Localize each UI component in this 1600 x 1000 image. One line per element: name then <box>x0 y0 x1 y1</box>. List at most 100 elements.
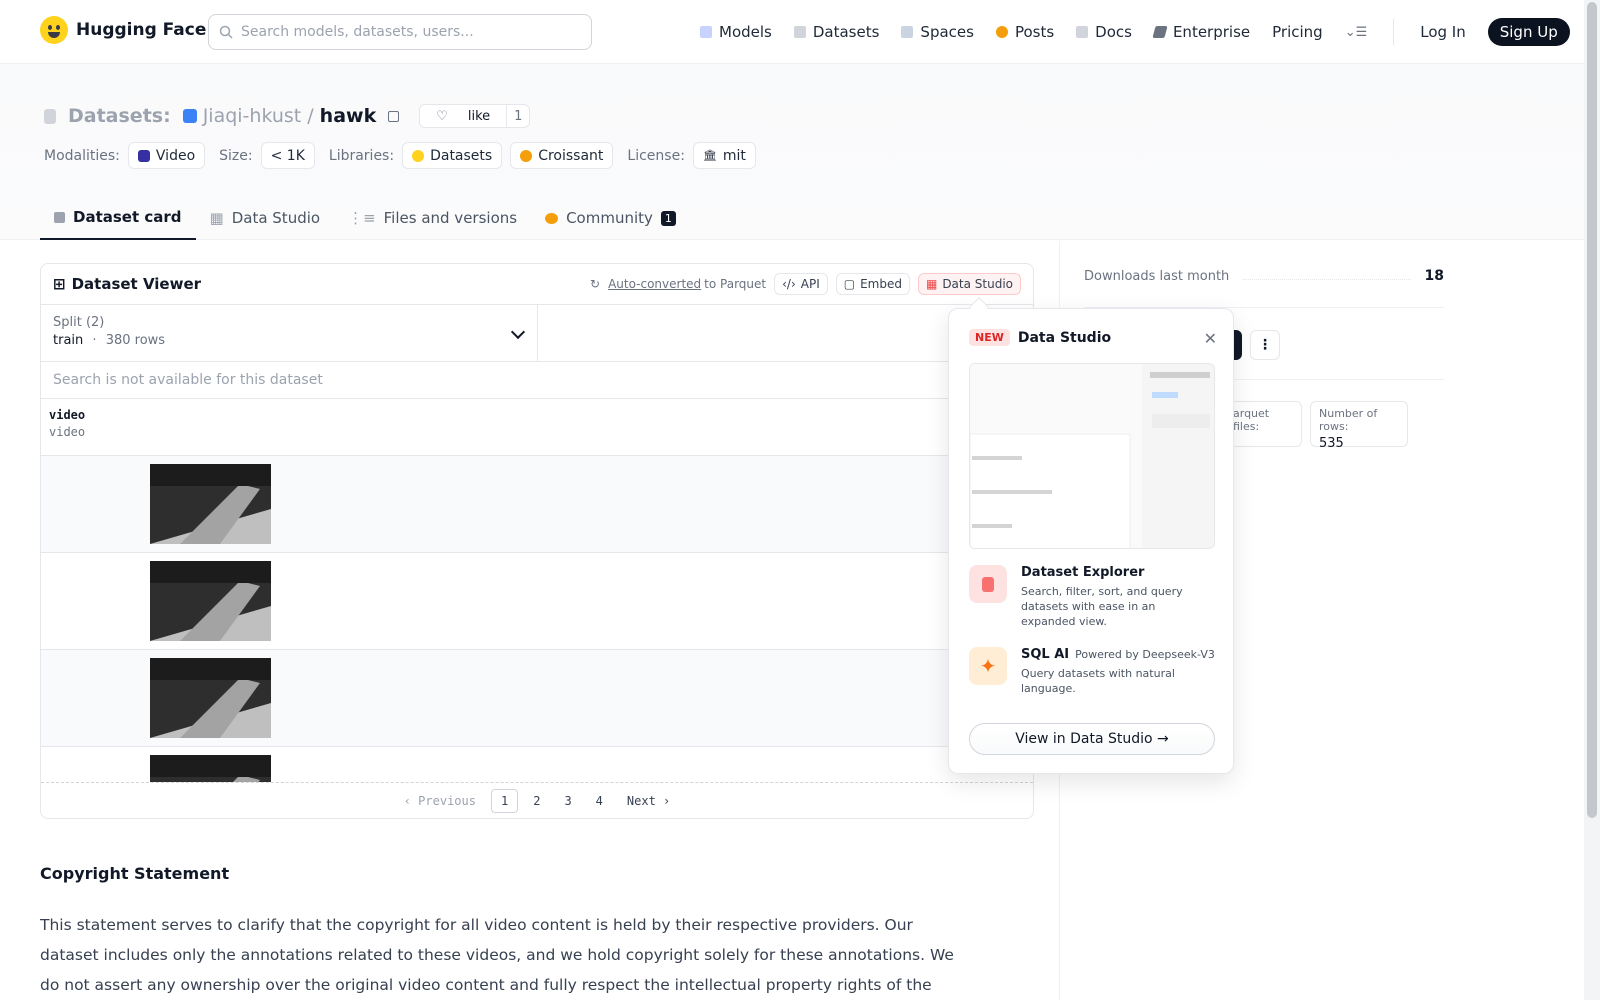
datasets-icon <box>793 26 806 38</box>
copy-icon[interactable] <box>388 110 400 122</box>
community-badge: 1 <box>660 210 676 226</box>
license-label: License: <box>627 147 685 164</box>
video-thumbnail[interactable] <box>150 561 271 641</box>
page-1-button[interactable]: 1 <box>490 789 519 813</box>
embed-button[interactable]: ▢ Embed <box>835 273 910 295</box>
docs-icon <box>1076 26 1089 38</box>
split-label: Split (2) <box>53 315 105 330</box>
nav-more-menu[interactable]: ⌄☰ <box>1345 25 1368 40</box>
brand-logo[interactable]: Hugging Face <box>40 16 206 44</box>
data-rows <box>41 456 1033 783</box>
nav-docs[interactable]: Docs <box>1076 23 1132 41</box>
hugging-face-logo-icon <box>40 16 68 44</box>
top-navigation: Hugging Face Models Datasets Spaces Post… <box>0 0 1584 64</box>
login-link[interactable]: Log In <box>1420 23 1466 41</box>
table-row[interactable] <box>41 747 1033 782</box>
table-row[interactable] <box>41 650 1033 747</box>
posts-icon <box>995 26 1008 38</box>
data-studio-popover: NEW Data Studio ✕ Dataset Explorer Searc… <box>948 308 1234 774</box>
modalities-label: Modalities: <box>44 147 120 164</box>
community-icon <box>545 212 559 224</box>
page-4-button[interactable]: 4 <box>587 790 612 812</box>
embed-icon: ▢ <box>843 277 856 291</box>
like-count: 1 <box>506 105 529 127</box>
croissant-icon <box>520 149 533 162</box>
table-row[interactable] <box>41 553 1033 650</box>
tab-data-studio[interactable]: ▦ Data Studio <box>196 196 335 240</box>
tag-license[interactable]: 🏛 mit <box>692 142 756 169</box>
previous-page-button[interactable]: ‹ Previous <box>395 790 485 812</box>
video-thumbnail[interactable] <box>150 755 271 782</box>
video-thumbnail[interactable] <box>150 464 271 544</box>
sparkle-icon: ✦ <box>969 647 1007 685</box>
models-icon <box>700 26 712 38</box>
more-options-button[interactable]: ⋮ <box>1250 330 1280 360</box>
nav-links: Models Datasets Spaces Posts Docs Enterp… <box>700 18 1570 46</box>
tag-datasets-library[interactable]: Datasets <box>402 142 503 169</box>
view-in-data-studio-button[interactable]: View in Data Studio → <box>969 723 1215 755</box>
menu-icon: ⌄☰ <box>1344 24 1368 40</box>
search-box[interactable] <box>208 14 592 50</box>
database-icon <box>969 565 1007 603</box>
rows-stat: Number of rows: 535 <box>1310 401 1408 451</box>
table-icon: ▦ <box>209 209 224 227</box>
viewer-header: ⊞ Dataset Viewer ↻ Auto-converted to Parq… <box>41 264 1033 305</box>
column-header-video[interactable]: video video <box>41 399 1033 456</box>
nav-posts[interactable]: Posts <box>995 23 1054 41</box>
more-vertical-icon: ⋮ <box>1258 337 1272 353</box>
repo-owner-link[interactable]: Jiaqi-hkust <box>203 105 302 127</box>
auto-converted-link[interactable]: Auto-converted <box>608 277 701 291</box>
pagination: ‹ Previous 1 2 3 4 Next › <box>41 783 1033 818</box>
data-studio-button[interactable]: ▦ Data Studio <box>917 273 1021 295</box>
tag-croissant-library[interactable]: Croissant <box>510 142 614 169</box>
like-button[interactable]: ♡ like 1 <box>419 104 531 128</box>
downloads-stat: Downloads last month 18 <box>1084 268 1444 284</box>
repo-name-link[interactable]: hawk <box>320 105 377 127</box>
tag-size[interactable]: < 1K <box>260 142 315 169</box>
dataset-viewer: ⊞ Dataset Viewer ↻ Auto-converted to Parq… <box>40 263 1034 819</box>
tab-community[interactable]: Community 1 <box>531 196 690 240</box>
repo-metadata: Modalities: Video Size: < 1K Libraries: … <box>44 142 756 169</box>
split-selector[interactable]: Split (2) train · 380 rows <box>41 305 538 361</box>
new-badge: NEW <box>969 329 1010 346</box>
search-input[interactable] <box>241 24 561 40</box>
data-studio-preview-image <box>969 363 1215 549</box>
repo-kind: Datasets: <box>68 105 171 127</box>
downloads-value: 18 <box>1424 268 1444 284</box>
datasets-icon <box>44 108 56 124</box>
nav-pricing[interactable]: Pricing <box>1272 23 1323 41</box>
next-page-button[interactable]: Next › <box>618 790 679 812</box>
page-3-button[interactable]: 3 <box>555 790 580 812</box>
brand-name: Hugging Face <box>76 20 207 40</box>
page-2-button[interactable]: 2 <box>524 790 549 812</box>
table-icon: ▦ <box>925 277 938 291</box>
tab-files-and-versions[interactable]: ⋮≡ Files and versions <box>334 196 531 240</box>
viewer-search-unavailable: Search is not available for this dataset <box>41 362 1033 399</box>
feature-dataset-explorer: Dataset Explorer Search, filter, sort, a… <box>969 565 1211 629</box>
close-icon[interactable]: ✕ <box>1204 329 1217 348</box>
tab-dataset-card[interactable]: Dataset card <box>40 196 196 240</box>
video-icon <box>137 149 150 162</box>
refresh-icon: ↻ <box>590 277 601 291</box>
table-row[interactable] <box>41 456 1033 553</box>
signup-button[interactable]: Sign Up <box>1487 18 1570 46</box>
dataset-card-icon <box>54 211 65 223</box>
spaces-icon <box>901 26 914 38</box>
nav-models[interactable]: Models <box>700 23 772 41</box>
viewer-title: ⊞ Dataset Viewer <box>53 275 202 293</box>
nav-spaces[interactable]: Spaces <box>901 23 974 41</box>
table-icon: ⊞ <box>53 275 66 293</box>
nav-enterprise[interactable]: Enterprise <box>1152 23 1250 41</box>
repo-slash: / <box>307 105 314 127</box>
api-button[interactable]: ‹/› API <box>774 273 828 295</box>
video-thumbnail[interactable] <box>150 658 271 738</box>
heart-icon: ♡ <box>436 108 448 124</box>
tag-video[interactable]: Video <box>127 142 206 169</box>
nav-datasets[interactable]: Datasets <box>793 23 879 41</box>
popover-header: NEW Data Studio <box>969 329 1111 346</box>
repo-title: Datasets: Jiaqi-hkust / hawk ♡ like 1 <box>44 104 531 128</box>
size-label: Size: <box>219 147 253 164</box>
nav-divider <box>1393 19 1395 45</box>
scrollbar-thumb[interactable] <box>1587 2 1597 818</box>
popover-title: Data Studio <box>1017 329 1112 346</box>
